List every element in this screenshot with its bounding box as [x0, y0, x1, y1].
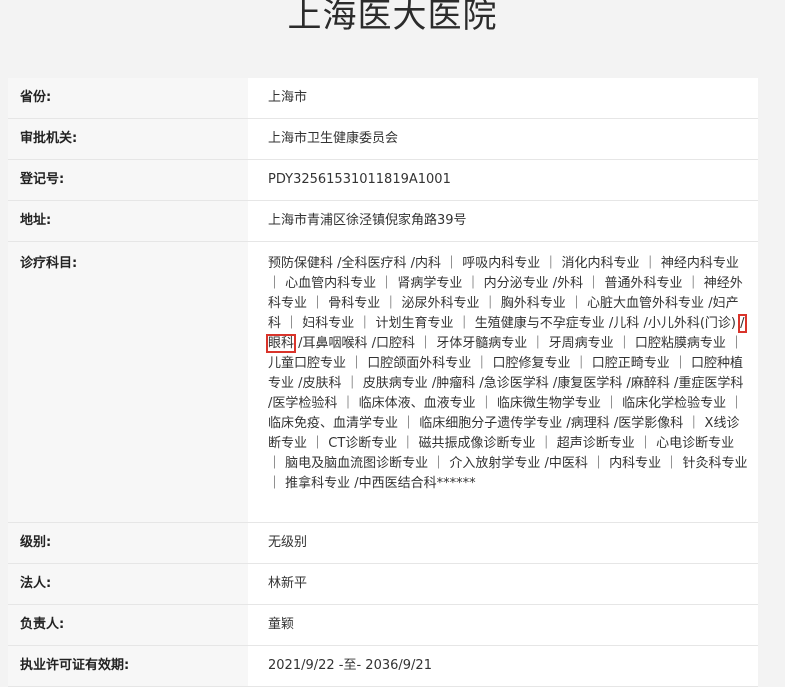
row-principal: 负责人: 童颖	[8, 605, 758, 646]
row-scope: 诊疗科目: 预防保健科 /全科医疗科 /内科 ｜ 呼吸内科专业 ｜ 消化内科专业…	[8, 242, 758, 523]
value-scope: 预防保健科 /全科医疗科 /内科 ｜ 呼吸内科专业 ｜ 消化内科专业 ｜ 神经内…	[248, 242, 758, 522]
scope-text-before: 预防保健科 /全科医疗科 /内科 ｜ 呼吸内科专业 ｜ 消化内科专业 ｜ 神经内…	[268, 256, 743, 331]
value-level: 无级别	[248, 523, 758, 563]
label-legal-person: 法人:	[8, 564, 248, 604]
scope-text-after: /耳鼻咽喉科 /口腔科 ｜ 牙体牙髓病专业 ｜ 牙周病专业 ｜ 口腔粘膜病专业 …	[268, 336, 748, 491]
row-reg-no: 登记号: PDY32561531011819A1001	[8, 160, 758, 201]
value-province: 上海市	[248, 78, 758, 118]
row-province: 省份: 上海市	[8, 78, 758, 119]
value-validity: 2021/9/22 -至- 2036/9/21	[248, 646, 758, 686]
row-legal-person: 法人: 林新平	[8, 564, 758, 605]
label-scope: 诊疗科目:	[8, 242, 248, 522]
row-validity: 执业许可证有效期: 2021/9/22 -至- 2036/9/21	[8, 646, 758, 687]
label-address: 地址:	[8, 201, 248, 241]
label-level: 级别:	[8, 523, 248, 563]
row-address: 地址: 上海市青浦区徐泾镇倪家角路39号	[8, 201, 758, 242]
value-principal: 童颖	[248, 605, 758, 645]
hospital-info-table: 省份: 上海市 审批机关: 上海市卫生健康委员会 登记号: PDY3256153…	[8, 78, 758, 687]
label-reg-no: 登记号:	[8, 160, 248, 200]
value-reg-no: PDY32561531011819A1001	[248, 160, 758, 200]
page-title: 上海医大医院	[287, 0, 498, 36]
value-authority: 上海市卫生健康委员会	[248, 119, 758, 159]
label-validity: 执业许可证有效期:	[8, 646, 248, 686]
row-authority: 审批机关: 上海市卫生健康委员会	[8, 119, 758, 160]
value-address: 上海市青浦区徐泾镇倪家角路39号	[248, 201, 758, 241]
value-legal-person: 林新平	[248, 564, 758, 604]
label-province: 省份:	[8, 78, 248, 118]
label-authority: 审批机关:	[8, 119, 248, 159]
label-principal: 负责人:	[8, 605, 248, 645]
row-level: 级别: 无级别	[8, 523, 758, 564]
